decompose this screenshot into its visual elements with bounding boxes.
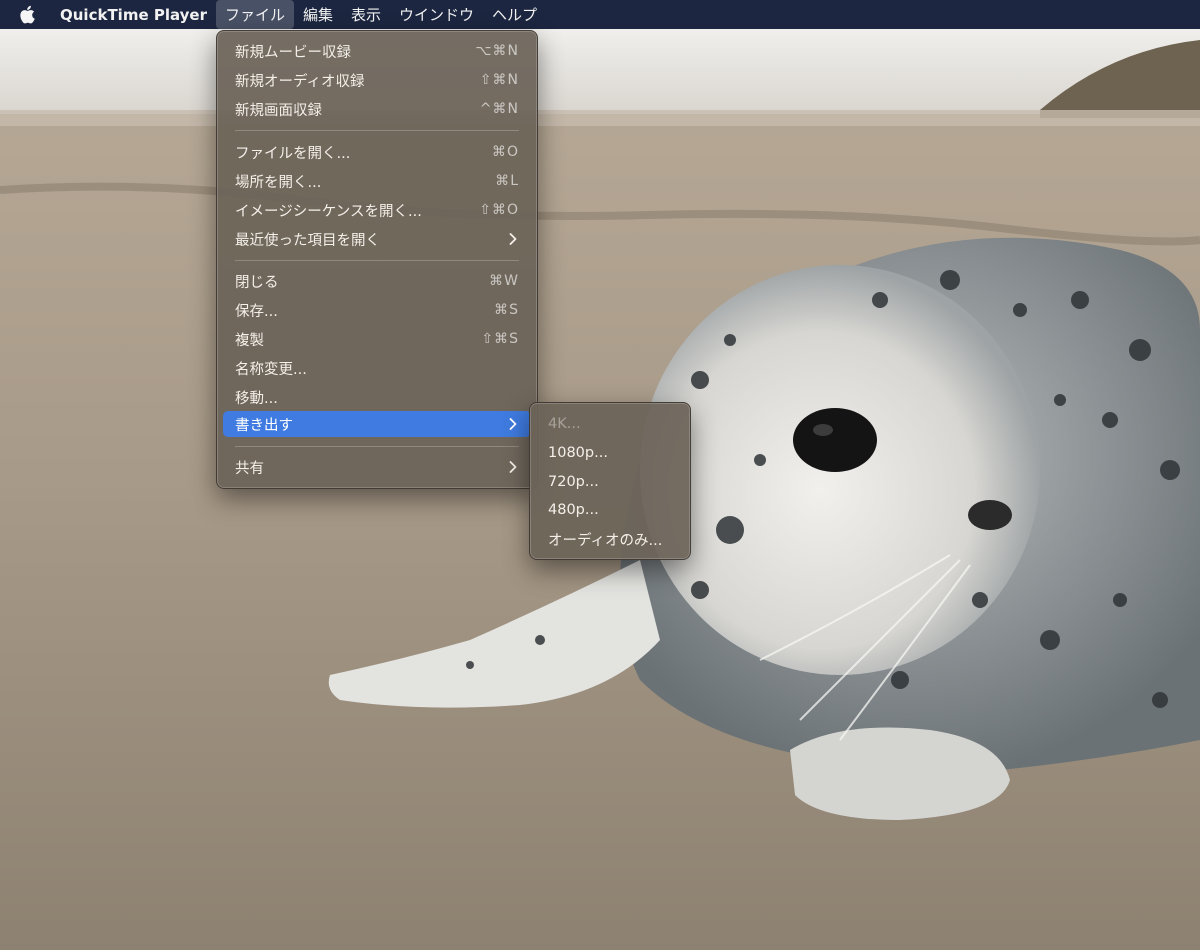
menu-item-label: 新規ムービー収録	[235, 44, 351, 61]
menu-item-label: 名称変更...	[235, 361, 307, 378]
export-submenu: 4K... 1080p... 720p... 480p... オーディオのみ..…	[529, 402, 691, 560]
menu-item-label: 新規画面収録	[235, 102, 322, 119]
menu-item-label: 複製	[235, 332, 264, 349]
chevron-right-icon	[509, 418, 519, 430]
menu-item-open-image-sequence[interactable]: イメージシーケンスを開く... ⇧⌘O	[223, 197, 531, 223]
app-name-menu[interactable]: QuickTime Player	[60, 6, 207, 24]
menu-separator	[235, 446, 519, 447]
menu-item-shortcut: ⌘O	[491, 144, 519, 160]
menu-item-open-recent[interactable]: 最近使った項目を開く	[223, 226, 531, 252]
chevron-right-icon	[509, 233, 519, 245]
menu-item-rename[interactable]: 名称変更...	[223, 355, 531, 381]
menu-separator	[235, 130, 519, 131]
menu-item-move[interactable]: 移動...	[223, 384, 531, 410]
menu-item-shortcut: ⇧⌘O	[479, 202, 519, 218]
menubar-edit[interactable]: 編集	[294, 0, 342, 29]
menu-item-label: 480p...	[548, 502, 599, 518]
menu-item-label: ファイルを開く...	[235, 145, 351, 162]
menu-bar: QuickTime Player ファイル 編集 表示 ウインドウ ヘルプ	[0, 0, 1200, 29]
menubar-help[interactable]: ヘルプ	[483, 0, 546, 29]
menu-item-label: 閉じる	[235, 274, 279, 291]
export-item-720p[interactable]: 720p...	[536, 469, 684, 495]
menu-item-open-location[interactable]: 場所を開く... ⌘L	[223, 168, 531, 194]
menu-item-export[interactable]: 書き出す	[223, 411, 531, 437]
menu-item-shortcut: ⌘S	[494, 302, 519, 318]
menubar-view[interactable]: 表示	[342, 0, 390, 29]
export-item-audio-only[interactable]: オーディオのみ...	[536, 526, 684, 552]
menu-item-label: 保存...	[235, 303, 278, 320]
export-item-4k: 4K...	[536, 411, 684, 437]
menu-item-close[interactable]: 閉じる ⌘W	[223, 268, 531, 294]
menu-item-shortcut: ⇧⌘S	[481, 331, 519, 347]
menu-item-label: 共有	[235, 460, 264, 477]
menu-item-shortcut: ^⌘N	[479, 101, 519, 117]
menu-item-label: 4K...	[548, 416, 581, 432]
export-item-1080p[interactable]: 1080p...	[536, 440, 684, 466]
menu-item-label: 1080p...	[548, 445, 608, 461]
menu-item-shortcut: ⌥⌘N	[475, 43, 519, 59]
menu-separator	[235, 260, 519, 261]
menu-item-label: イメージシーケンスを開く...	[235, 203, 422, 220]
menu-item-label: 場所を開く...	[235, 174, 322, 191]
menu-item-duplicate[interactable]: 複製 ⇧⌘S	[223, 326, 531, 352]
menu-item-share[interactable]: 共有	[223, 454, 531, 480]
menu-item-label: 書き出す	[235, 417, 293, 434]
export-item-480p[interactable]: 480p...	[536, 497, 684, 523]
menu-item-save[interactable]: 保存... ⌘S	[223, 297, 531, 323]
menu-item-label: 新規オーディオ収録	[235, 73, 365, 90]
menubar-window[interactable]: ウインドウ	[390, 0, 483, 29]
menu-item-shortcut: ⌘W	[489, 273, 519, 289]
menu-item-new-screen-recording[interactable]: 新規画面収録 ^⌘N	[223, 96, 531, 122]
chevron-right-icon	[509, 461, 519, 473]
menu-item-label: 最近使った項目を開く	[235, 232, 380, 249]
apple-logo-icon[interactable]	[16, 4, 38, 26]
file-menu: 新規ムービー収録 ⌥⌘N 新規オーディオ収録 ⇧⌘N 新規画面収録 ^⌘N ファ…	[216, 30, 538, 489]
menubar-file[interactable]: ファイル	[215, 0, 294, 29]
menu-item-open-file[interactable]: ファイルを開く... ⌘O	[223, 139, 531, 165]
menu-item-label: 移動...	[235, 390, 278, 407]
menu-item-label: オーディオのみ...	[548, 532, 663, 549]
menu-item-label: 720p...	[548, 474, 599, 490]
menu-item-new-audio-recording[interactable]: 新規オーディオ収録 ⇧⌘N	[223, 67, 531, 93]
menu-item-new-movie-recording[interactable]: 新規ムービー収録 ⌥⌘N	[223, 38, 531, 64]
menu-item-shortcut: ⇧⌘N	[479, 72, 519, 88]
menu-item-shortcut: ⌘L	[495, 173, 519, 189]
